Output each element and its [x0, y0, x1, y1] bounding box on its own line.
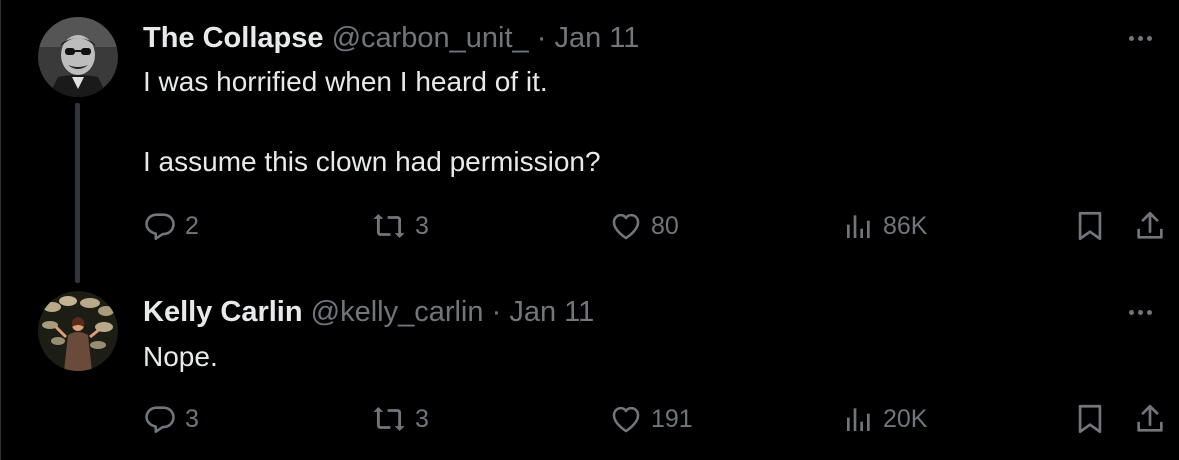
- like-button[interactable]: 80: [609, 206, 679, 246]
- retweet-icon: [373, 213, 405, 239]
- bookmark-button[interactable]: [1073, 399, 1107, 439]
- more-icon[interactable]: [1120, 28, 1160, 48]
- views-count: 20K: [883, 404, 928, 433]
- retweet-icon: [373, 406, 405, 432]
- tweet-actions: 2 3 80 86K: [1, 206, 1179, 246]
- views-count: 86K: [883, 211, 928, 240]
- reply-count: 2: [185, 211, 199, 240]
- reply-button[interactable]: 2: [143, 206, 199, 246]
- avatar[interactable]: [38, 17, 118, 97]
- like-icon: [612, 213, 640, 240]
- tweet-text: Nope.: [143, 341, 218, 372]
- views-button[interactable]: 86K: [843, 206, 927, 246]
- like-icon: [612, 406, 640, 433]
- avatar-grayscale-portrait-icon: [38, 17, 118, 97]
- conversation-thread: The Collapse @carbon_unit_ · Jan 11 I wa…: [0, 0, 1179, 460]
- retweet-count: 3: [415, 211, 429, 240]
- like-count: 80: [651, 211, 679, 240]
- display-name[interactable]: Kelly Carlin: [143, 296, 303, 328]
- bookmark-icon: [1078, 211, 1102, 241]
- share-icon: [1137, 404, 1163, 432]
- retweet-button[interactable]: 3: [371, 206, 429, 246]
- share-button[interactable]: [1133, 206, 1167, 246]
- handle[interactable]: @kelly_carlin: [311, 296, 484, 328]
- avatar-stage-clouds-icon: [38, 291, 118, 371]
- share-icon: [1137, 211, 1163, 239]
- reply-icon: [145, 406, 175, 434]
- bookmark-button[interactable]: [1073, 206, 1107, 246]
- reply-icon: [145, 213, 175, 241]
- handle[interactable]: @carbon_unit_: [332, 22, 529, 54]
- separator: ·: [491, 296, 502, 328]
- tweet-header: Kelly Carlin @kelly_carlin · Jan 11: [143, 295, 594, 329]
- like-button[interactable]: 191: [609, 399, 693, 439]
- separator: ·: [536, 22, 547, 54]
- tweet-text: I was horrified when I heard of it. I as…: [143, 66, 601, 177]
- retweet-count: 3: [415, 404, 429, 433]
- more-icon[interactable]: [1120, 302, 1160, 322]
- bookmark-icon: [1078, 404, 1102, 434]
- views-icon: [847, 215, 870, 238]
- views-button[interactable]: 20K: [843, 399, 927, 439]
- thread-connector-line: [75, 103, 80, 283]
- timestamp[interactable]: Jan 11: [509, 296, 594, 328]
- tweet-actions: 3 3 191 20K: [1, 399, 1179, 439]
- retweet-button[interactable]: 3: [371, 399, 429, 439]
- timestamp[interactable]: Jan 11: [554, 22, 639, 54]
- display-name[interactable]: The Collapse: [143, 22, 324, 54]
- reply-count: 3: [185, 404, 199, 433]
- avatar[interactable]: [38, 291, 118, 371]
- views-icon: [847, 408, 870, 431]
- tweet-header: The Collapse @carbon_unit_ · Jan 11: [143, 21, 639, 55]
- reply-button[interactable]: 3: [143, 399, 199, 439]
- share-button[interactable]: [1133, 399, 1167, 439]
- like-count: 191: [651, 404, 693, 433]
